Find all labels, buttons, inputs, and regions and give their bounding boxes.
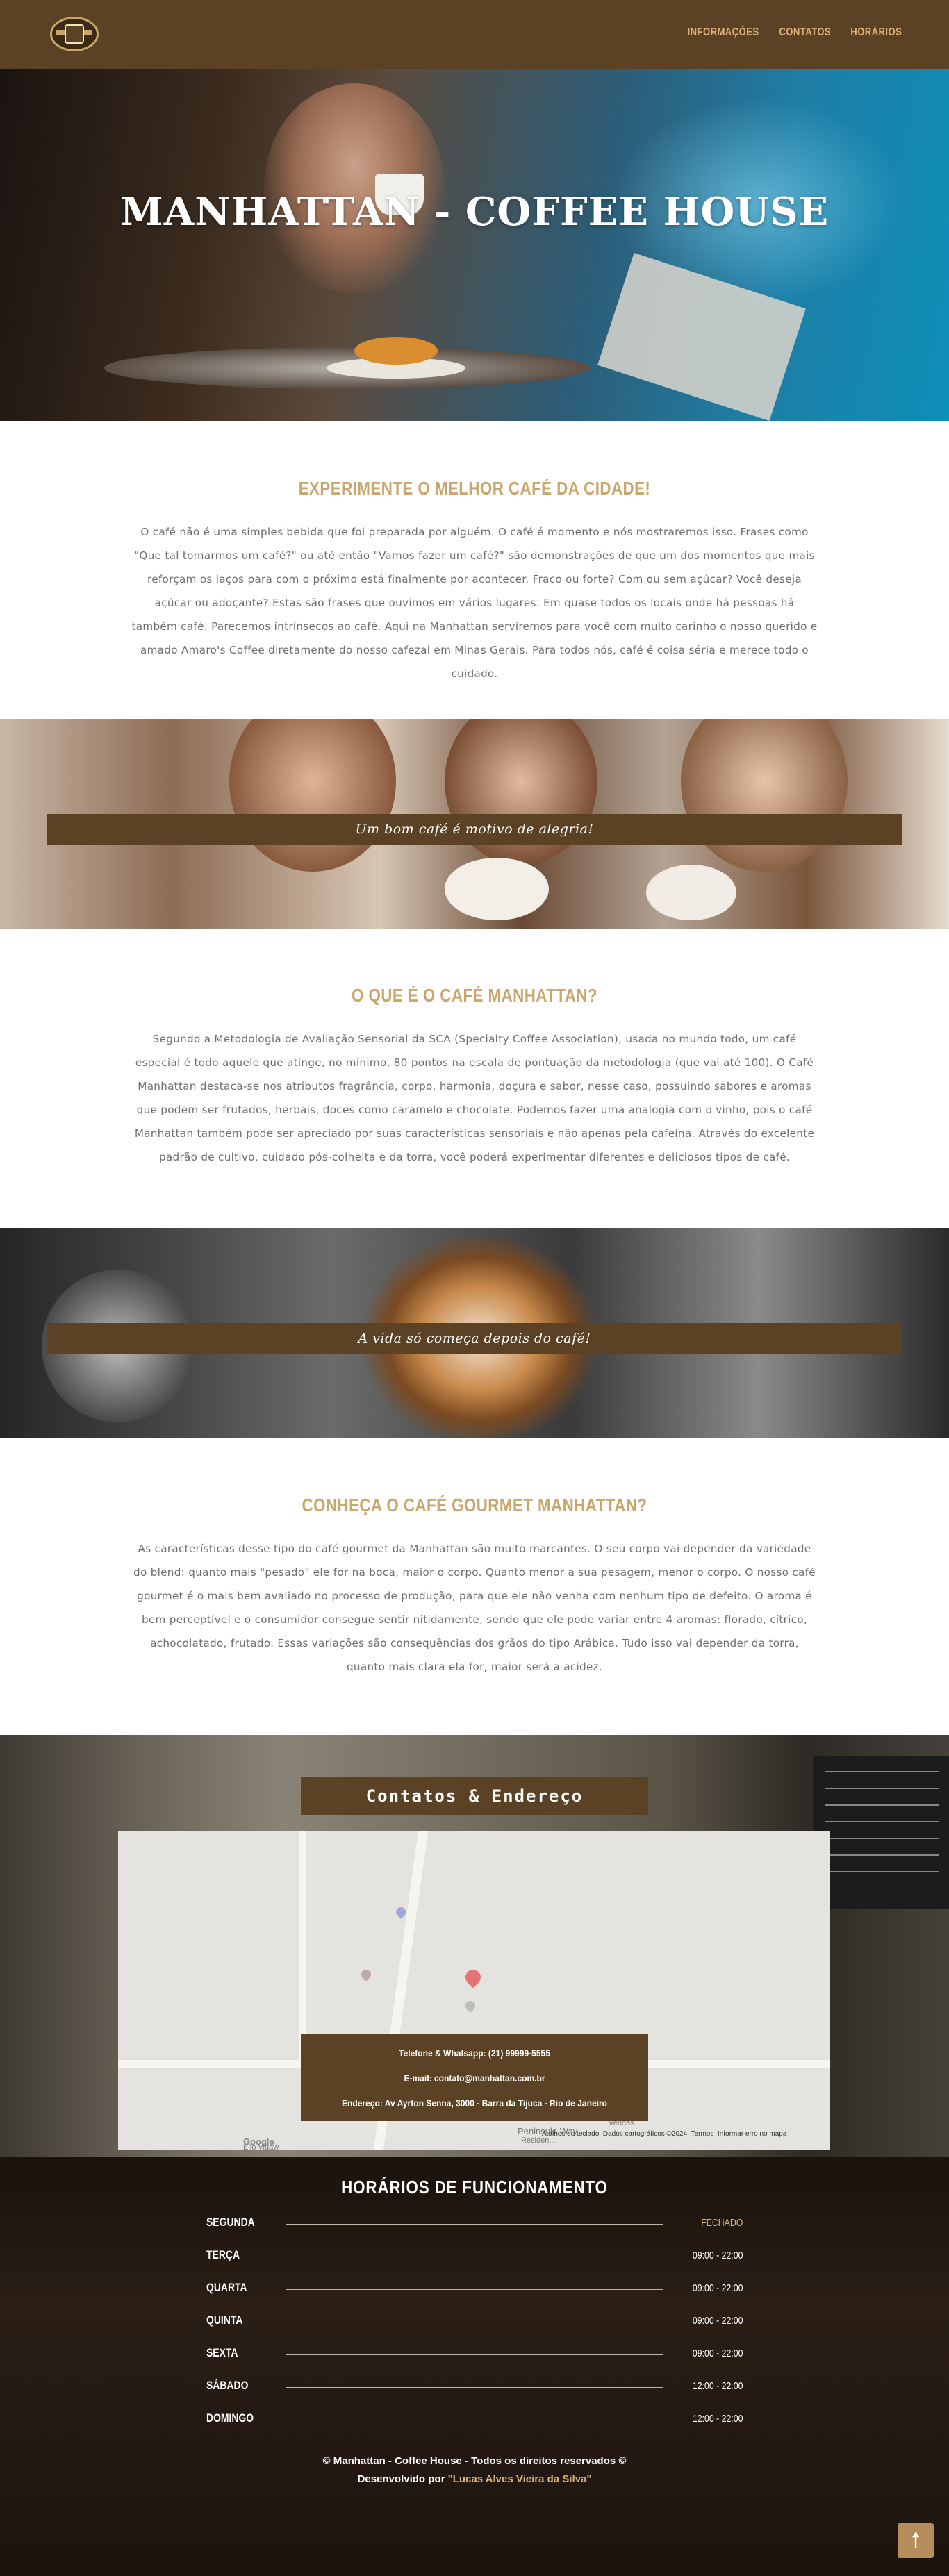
map-terms-link[interactable]: Termos (691, 2130, 714, 2138)
hours-row: SEGUNDA FECHADO (206, 2216, 743, 2236)
nav-contatos[interactable]: CONTATOS (779, 26, 831, 39)
footer-credit-name[interactable]: "Lucas Alves Vieira da Silva" (448, 2473, 592, 2485)
footer-copyright: © Manhattan - Coffee House - Todos os di… (322, 2455, 627, 2467)
cup-image (646, 865, 736, 920)
site-header: INFORMAÇÕES CONTATOS HORÁRIOS (0, 0, 949, 69)
smiling-face-image (681, 719, 848, 872)
contact-info-box: Telefone & Whatsapp: (21) 99999-5555 E-m… (301, 2034, 648, 2121)
contact-address: Endereço: Av Ayrton Senna, 3000 - Barra … (341, 2097, 608, 2109)
section-body: O café não é uma simples bebida que foi … (131, 526, 818, 680)
hours-day: SEGUNDA (206, 2216, 255, 2229)
contact-phone[interactable]: Telefone & Whatsapp: (21) 99999-5555 (325, 2041, 624, 2066)
nav-informacoes[interactable]: INFORMAÇÕES (688, 26, 759, 39)
section-heading: O QUE É O CAFÉ MANHATTAN? (351, 985, 597, 1006)
band-caption: A vida só começa depois do café! (47, 1323, 902, 1354)
hours-time: 09:00 - 22:00 (692, 2315, 743, 2327)
hours-day: SEXTA (206, 2346, 238, 2359)
hours-day: DOMINGO (206, 2411, 254, 2425)
hours-row: SÁBADO 12:00 - 22:00 (206, 2379, 743, 2400)
hours-time: 09:00 - 22:00 (692, 2282, 743, 2294)
menu-board-image (813, 1756, 949, 1909)
hours-row: QUARTA 09:00 - 22:00 (206, 2281, 743, 2302)
map-pin-icon[interactable] (462, 1966, 484, 1988)
section-heading: EXPERIMENTE O MELHOR CAFÉ DA CIDADE! (298, 478, 651, 499)
map-road (299, 1831, 306, 2067)
map-report-link[interactable]: Informar erro no mapa (718, 2130, 787, 2138)
logo-emblem (65, 24, 84, 44)
hours-divider (286, 2387, 663, 2388)
contact-email[interactable]: E-mail: contato@manhattan.com.br (325, 2066, 624, 2091)
hours-day: TERÇA (206, 2248, 240, 2261)
nav-horarios[interactable]: HORÁRIOS (850, 26, 902, 39)
map-street-label: Elio Vidaw (243, 2143, 279, 2150)
hours-day: QUARTA (206, 2281, 247, 2294)
site-footer: © Manhattan - Coffee House - Todos os di… (0, 2452, 949, 2488)
section-body: Segundo a Metodologia de Avaliação Senso… (134, 1033, 815, 1163)
hours-day: SÁBADO (206, 2379, 249, 2392)
coffee-logo[interactable] (50, 17, 99, 51)
band-caption: Um bom café é motivo de alegria! (47, 814, 902, 845)
map-poi-icon (359, 1968, 373, 1981)
map-poi-icon (463, 1999, 477, 2013)
footer-credit: Desenvolvido por "Lucas Alves Vieira da … (0, 2470, 949, 2488)
section-body: As características desse tipo do café go… (133, 1543, 816, 1673)
hours-time: 09:00 - 22:00 (692, 2250, 743, 2261)
contacts-section: Contatos & Endereço Google Peninsula Way… (0, 1735, 949, 2157)
back-to-top-button[interactable]: 🠕 (898, 2523, 934, 2558)
hours-section: HORÁRIOS DE FUNCIONAMENTO SEGUNDA FECHAD… (0, 2157, 949, 2576)
section-what-is: O QUE É O CAFÉ MANHATTAN? Segundo a Meto… (0, 985, 949, 1169)
arrow-up-icon: 🠕 (911, 2528, 921, 2552)
map-shortcuts-link[interactable]: Atalhos do teclado (542, 2130, 599, 2138)
photo-band-friends: Um bom café é motivo de alegria! (0, 719, 949, 929)
hours-divider (286, 2354, 663, 2355)
hours-title: HORÁRIOS DE FUNCIONAMENTO (341, 2177, 608, 2197)
photo-band-latte: A vida só começa depois do café! (0, 1228, 949, 1438)
smiling-face-image (229, 719, 396, 872)
hours-time: 12:00 - 22:00 (692, 2380, 743, 2392)
section-best-coffee: EXPERIMENTE O MELHOR CAFÉ DA CIDADE! O c… (0, 478, 949, 685)
main-nav: INFORMAÇÕES CONTATOS HORÁRIOS (672, 26, 902, 39)
hours-divider (286, 2289, 663, 2290)
footer-credit-prefix: Desenvolvido por (357, 2473, 445, 2485)
section-gourmet: CONHEÇA O CAFÉ GOURMET MANHATTAN? As car… (0, 1495, 949, 1679)
map-data-credit: Dados cartográficos ©2024 (602, 2130, 688, 2138)
hours-row: SEXTA 09:00 - 22:00 (206, 2346, 743, 2367)
hours-row: QUINTA 09:00 - 22:00 (206, 2313, 743, 2334)
hours-row: TERÇA 09:00 - 22:00 (206, 2248, 743, 2269)
hours-day: QUINTA (206, 2313, 243, 2327)
section-heading: CONHEÇA O CAFÉ GOURMET MANHATTAN? (302, 1495, 647, 1515)
contacts-title: Contatos & Endereço (301, 1777, 648, 1815)
hero-title: MANHATTAN - COFFEE HOUSE (119, 189, 830, 235)
croissant-image (354, 337, 438, 365)
hours-time: 09:00 - 22:00 (692, 2348, 743, 2359)
cup-image (445, 858, 549, 920)
hours-time: FECHADO (700, 2217, 743, 2229)
map-footer: Atalhos do teclado Dados cartográficos ©… (542, 2130, 786, 2138)
hours-divider (286, 2224, 663, 2225)
hours-row: DOMINGO 12:00 - 22:00 (206, 2411, 743, 2432)
hero-banner: MANHATTAN - COFFEE HOUSE (0, 69, 949, 421)
hours-time: 12:00 - 22:00 (692, 2413, 743, 2425)
